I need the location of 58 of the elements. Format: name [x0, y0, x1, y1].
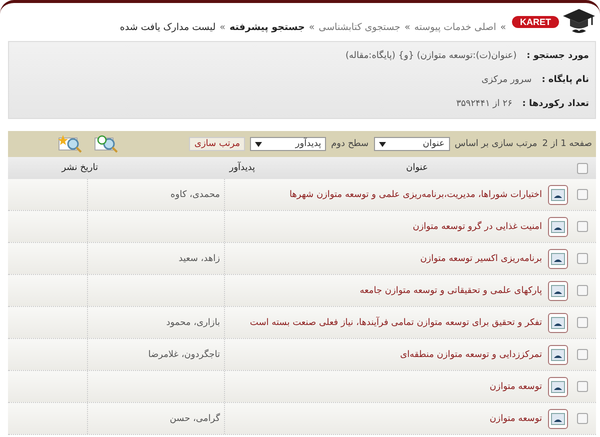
- logo-badge: KARET: [512, 16, 559, 28]
- document-icon[interactable]: [548, 312, 568, 332]
- breadcrumb-item[interactable]: اصلی خدمات پیوسته: [414, 22, 496, 32]
- checkbox[interactable]: [576, 162, 588, 174]
- record-title-link[interactable]: امنیت غذایی در گرو توسعه متوازن: [412, 222, 542, 232]
- column-header: تاریخ نشر: [60, 163, 99, 173]
- breadcrumb-item[interactable]: جستجوی کتابشناسی: [318, 22, 400, 32]
- page-count: صفحه 1 از 2: [542, 139, 592, 149]
- checkbox[interactable]: [576, 381, 588, 392]
- record-title-link[interactable]: برنامه‌ریزی اکسیر توسعه متوازن: [420, 254, 542, 264]
- author-name: تاجگردون، غلامرضا: [148, 350, 220, 360]
- sort-label: مرتب سازی بر اساس: [454, 139, 538, 149]
- record-title-link[interactable]: توسعه متوازن: [490, 414, 542, 424]
- info-value: (عنوان(ت):توسعه متوازن) {و} (پایگاه:مقاله): [345, 51, 517, 61]
- author-name: بازاری، محمود: [166, 318, 220, 328]
- new-search-icon[interactable]: [58, 135, 84, 153]
- column-header: عنوان: [405, 163, 429, 173]
- document-icon[interactable]: [548, 376, 568, 396]
- sort-button[interactable]: مرتب سازی: [189, 137, 246, 151]
- document-icon[interactable]: [548, 408, 568, 428]
- document-icon[interactable]: [548, 184, 568, 204]
- checkbox[interactable]: [576, 317, 588, 328]
- record-title-link[interactable]: اختیارات شوراها، مدیریت،برنامه‌ریزی علمی و توسعه متوازن شهرها: [289, 190, 542, 200]
- breadcrumb-item: جستجو پیشرفته: [229, 22, 305, 32]
- record-title-link[interactable]: تفکر و تحقیق برای توسعه متوازن تمامی فرآیندها، نیاز فعلی صنعت بسته است: [250, 318, 542, 328]
- checkbox[interactable]: [576, 253, 588, 264]
- breadcrumb-separator: »: [500, 22, 506, 32]
- sort-select[interactable]: پدیدآور: [250, 137, 326, 151]
- checkbox[interactable]: [576, 221, 588, 232]
- sort-select[interactable]: عنوان: [374, 137, 450, 151]
- record-title-link[interactable]: پارکهای علمی و تحقیقاتی و توسعه متوازن جامعه: [360, 286, 542, 296]
- refresh-search-icon[interactable]: [94, 135, 120, 153]
- document-icon[interactable]: [548, 344, 568, 364]
- breadcrumb-separator: »: [220, 22, 226, 32]
- breadcrumb-separator: »: [308, 22, 315, 32]
- record-title-link[interactable]: توسعه متوازن: [490, 382, 542, 392]
- dropdown-arrow-icon: [378, 142, 386, 146]
- author-name: محمدی، کاوه: [170, 190, 220, 200]
- second-level-label: سطح دوم: [331, 139, 369, 149]
- info-label: مورد جستجو :: [526, 51, 589, 61]
- document-icon[interactable]: [548, 280, 568, 300]
- author-name: زاهد، سعید: [178, 254, 220, 264]
- document-icon[interactable]: [548, 248, 568, 268]
- checkbox[interactable]: [576, 285, 588, 296]
- info-label: نام پایگاه :: [542, 75, 589, 85]
- column-header: پدیدآور: [228, 163, 256, 173]
- info-value: سرور مرکزی: [482, 75, 532, 85]
- record-title-link[interactable]: تمرکززدایی و توسعه متوازن منطقه‌ای: [400, 350, 542, 360]
- breadcrumb-item: لیست مدارک یافت شده: [120, 22, 216, 32]
- document-icon[interactable]: [548, 216, 568, 236]
- checkbox[interactable]: [576, 349, 588, 360]
- info-label: تعداد رکوردها :: [522, 99, 589, 109]
- dropdown-arrow-icon: [255, 142, 262, 146]
- checkbox[interactable]: [576, 189, 588, 200]
- author-name: گرامی، حسن: [170, 414, 220, 424]
- info-value: ۲۶ از ۳۵۹۲۴۴۱: [456, 99, 512, 109]
- breadcrumb-separator: »: [404, 22, 410, 32]
- checkbox[interactable]: [576, 413, 588, 424]
